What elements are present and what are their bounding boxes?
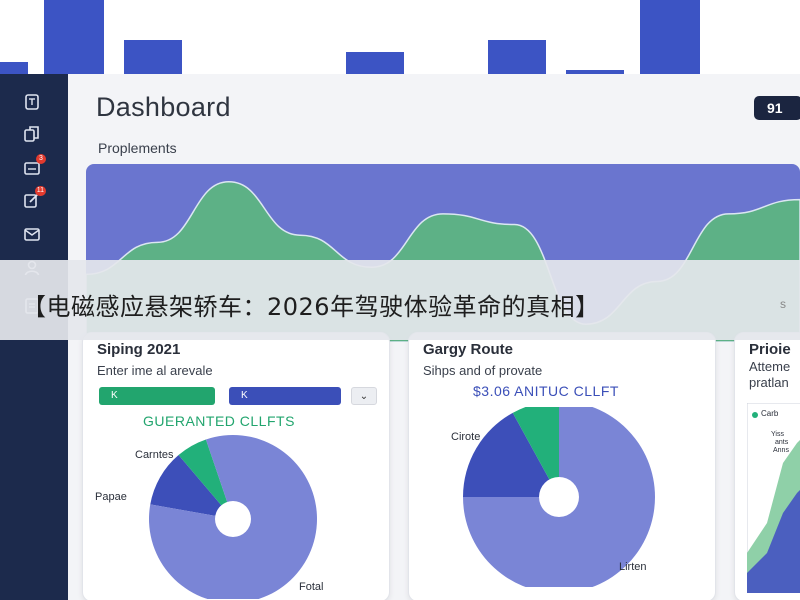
card-siping: Siping 2021 Enter ime al arevale K K ⌄ G… — [82, 332, 390, 600]
header-count-badge[interactable]: 91 — [754, 96, 800, 120]
section-heading: Proplements — [98, 140, 177, 156]
card-highlight: $3.06 ANITUC CLLFT — [473, 383, 619, 399]
pie-hole — [215, 501, 251, 537]
background-bar — [346, 52, 404, 74]
card-subtitle: Atteme — [749, 359, 791, 374]
card-prioie: Prioie Atteme pratlan Carb Yiss ants Ann… — [734, 332, 800, 600]
card-subtitle: pratlan — [749, 375, 789, 390]
sidebar-item-copy[interactable] — [18, 124, 46, 148]
card-subtitle: Enter ime al arevale — [97, 363, 213, 378]
sidebar-item-mail[interactable] — [18, 224, 46, 248]
green-action-button[interactable]: K — [99, 387, 215, 405]
blue-action-button[interactable]: K — [229, 387, 341, 405]
mini-label: ants — [775, 439, 789, 446]
card-gargy-route: Gargy Route Sihps and of provate $3.06 A… — [408, 332, 716, 600]
headline-banner[interactable]: 【电磁感应悬架轿车：2026年驾驶体验革命的真相】 — [0, 260, 800, 340]
copy-icon — [22, 124, 42, 149]
card-title: Prioie — [749, 341, 791, 358]
dropdown-button[interactable]: ⌄ — [351, 387, 377, 405]
background-bar — [124, 40, 182, 74]
card-title: Siping 2021 — [97, 341, 181, 358]
mail-icon — [22, 224, 42, 249]
pie-label: Fotal — [299, 581, 324, 593]
banner-fragment: s — [780, 297, 786, 311]
page-title: Dashboard — [96, 92, 231, 122]
background-bar-chart — [0, 0, 800, 74]
background-bar — [640, 0, 700, 74]
pie-label: Cirote — [451, 431, 481, 443]
notification-badge: 3 — [36, 154, 46, 164]
notification-badge: 11 — [34, 186, 46, 196]
card-highlight: GUERANTED CLLFTS — [143, 413, 295, 429]
card-title: Gargy Route — [423, 341, 514, 358]
sidebar-item-edit[interactable]: 11 — [18, 186, 46, 214]
document-icon — [22, 92, 42, 117]
mini-label: Yiss — [771, 431, 784, 438]
legend-label: Carb — [761, 409, 779, 418]
card-subtitle: Sihps and of provate — [423, 363, 543, 378]
pie-hole — [539, 477, 579, 517]
sidebar-item-document[interactable] — [18, 92, 46, 116]
background-bar — [44, 0, 104, 74]
banner-headline: 【电磁感应悬架轿车：2026年驾驶体验革命的真相】 — [22, 293, 600, 321]
legend-dot — [752, 412, 758, 418]
pie-label: Lirten — [619, 561, 647, 573]
sidebar-item-inbox[interactable]: 3 — [18, 154, 46, 182]
mini-label: Anns — [773, 447, 789, 454]
background-bar — [0, 62, 28, 74]
background-bar — [488, 40, 546, 74]
pie-label: Papae — [95, 491, 127, 503]
pie-chart — [463, 407, 655, 587]
pie-label: Carntes — [135, 449, 174, 461]
